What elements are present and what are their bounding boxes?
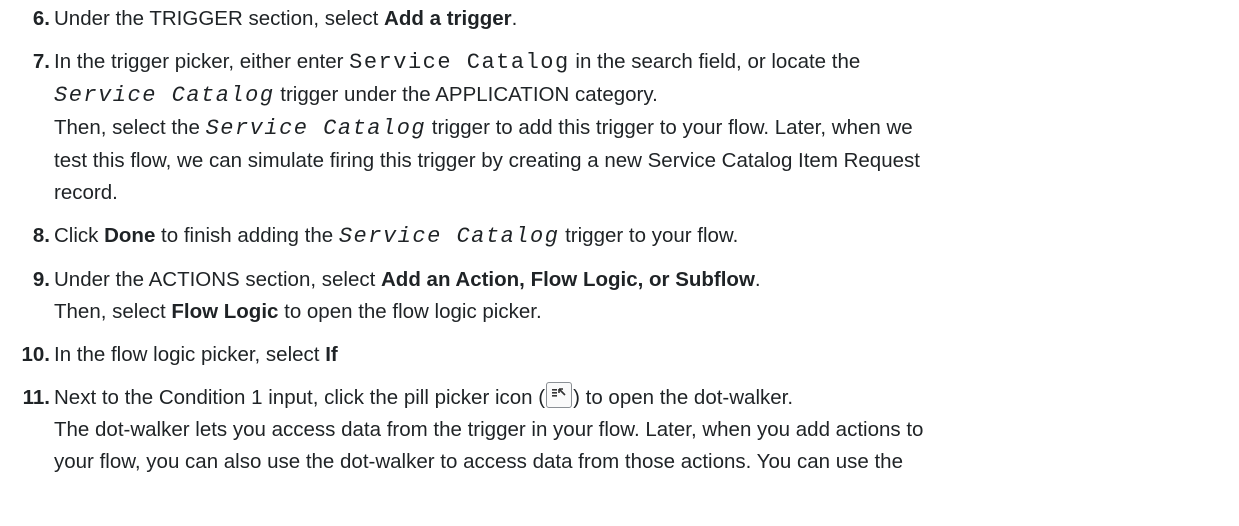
step-line: Service Catalog trigger under the APPLIC… <box>54 79 1239 112</box>
step-text: to finish adding the <box>155 224 339 247</box>
step-number: 6. <box>32 7 50 30</box>
code-text: Service Catalog <box>205 116 427 141</box>
step-text: . <box>754 268 761 291</box>
step-line: Then, select Flow Logic to open the flow… <box>54 296 1239 328</box>
step-7: 7. In the trigger picker, either enter S… <box>0 46 1239 209</box>
step-text: to open the flow logic picker. <box>278 300 542 323</box>
step-line: Then, select the Service Catalog trigger… <box>54 112 1239 145</box>
step-line: Under the ACTIONS section, select Add an… <box>54 264 1239 296</box>
step-text-bold: Add an Action, Flow Logic, or Subflow <box>381 268 755 291</box>
pill-picker-icon <box>546 382 573 408</box>
code-text: Service Catalog <box>54 83 275 108</box>
step-text: ) to open the dot-walker. <box>573 386 794 409</box>
step-text: Then, select the <box>54 116 206 139</box>
step-text-bold: Flow Logic <box>171 300 279 323</box>
step-text-bold: Done <box>104 224 156 247</box>
step-line: In the trigger picker, either enter Serv… <box>54 46 1239 79</box>
step-line: test this flow, we can simulate firing t… <box>54 149 920 172</box>
step-text: Next to the Condition 1 input, click the… <box>54 386 546 409</box>
code-text: Service Catalog <box>338 224 560 249</box>
step-number: 11. <box>22 386 50 409</box>
step-8: 8. Click Done to finish adding the Servi… <box>0 220 1239 253</box>
step-text: Under the ACTIONS section, select <box>54 268 381 291</box>
step-6: 6. Under the TRIGGER section, select Add… <box>0 3 1239 35</box>
step-9: 9. Under the ACTIONS section, select Add… <box>0 264 1239 328</box>
step-line: Next to the Condition 1 input, click the… <box>54 382 1239 414</box>
step-number: 7. <box>32 50 50 73</box>
step-line: your flow, you can also use the dot-walk… <box>54 450 903 473</box>
step-10: 10. In the flow logic picker, select If <box>0 339 1239 371</box>
step-text: trigger to add this trigger to your flow… <box>426 116 913 139</box>
step-text: trigger under the APPLICATION category. <box>274 83 658 106</box>
step-text: In the trigger picker, either enter <box>54 50 350 73</box>
step-11: 11. Next to the Condition 1 input, click… <box>0 382 1239 478</box>
step-number: 9. <box>32 268 50 291</box>
step-text: in the search field, or locate the <box>569 50 861 73</box>
step-text: In the flow logic picker, select <box>54 343 326 366</box>
step-line: record. <box>54 181 118 204</box>
step-text: Click <box>54 224 105 247</box>
code-text: Service Catalog <box>349 50 570 75</box>
step-text: . <box>511 7 518 30</box>
step-text: Under the TRIGGER section, select <box>54 7 385 30</box>
instruction-steps: 6. Under the TRIGGER section, select Add… <box>0 3 1239 478</box>
step-text: trigger to your flow. <box>559 224 739 247</box>
step-text-bold: If <box>325 343 338 366</box>
step-text-bold: Add a trigger <box>384 7 512 30</box>
step-number: 10. <box>21 343 51 366</box>
step-number: 8. <box>32 224 50 247</box>
step-line: The dot-walker lets you access data from… <box>54 418 924 441</box>
step-text: Then, select <box>54 300 172 323</box>
